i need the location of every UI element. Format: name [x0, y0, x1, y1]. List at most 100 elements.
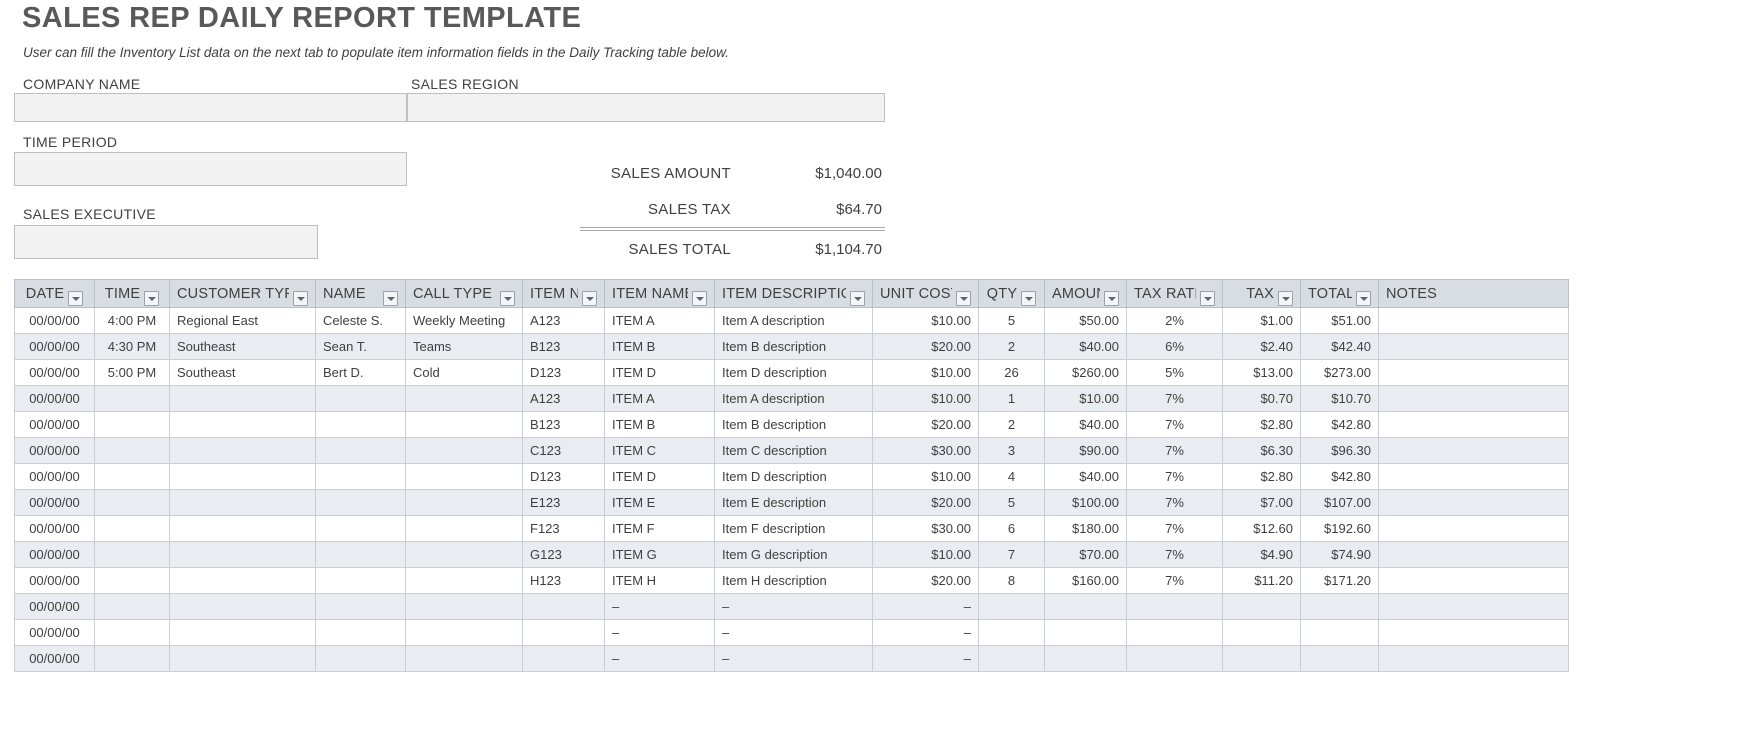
cell-date[interactable]: 00/00/00: [14, 645, 95, 672]
cell-qty[interactable]: 3: [978, 437, 1045, 464]
cell-item-description[interactable]: –: [714, 619, 873, 646]
cell-item-description[interactable]: Item H description: [714, 567, 873, 594]
cell-item-description[interactable]: Item F description: [714, 515, 873, 542]
cell-qty[interactable]: 6: [978, 515, 1045, 542]
cell-item-name[interactable]: ITEM B: [604, 411, 715, 438]
filter-dropdown-icon[interactable]: [582, 290, 597, 306]
cell-qty[interactable]: 8: [978, 567, 1045, 594]
cell-total[interactable]: $192.60: [1300, 515, 1379, 542]
cell-date[interactable]: 00/00/00: [14, 463, 95, 490]
column-header-notes[interactable]: NOTES: [1378, 279, 1569, 308]
column-header-tax[interactable]: TAX: [1222, 279, 1301, 308]
cell-qty[interactable]: [978, 593, 1045, 620]
cell-unit-cost[interactable]: $10.00: [872, 385, 979, 412]
cell-unit-cost[interactable]: –: [872, 619, 979, 646]
cell-date[interactable]: 00/00/00: [14, 541, 95, 568]
cell-customer-type[interactable]: Regional East: [169, 307, 316, 334]
cell-amount[interactable]: $40.00: [1044, 411, 1127, 438]
cell-date[interactable]: 00/00/00: [14, 593, 95, 620]
table-row[interactable]: 00/00/00 B123 ITEM B Item B description $20.…: [14, 411, 1569, 438]
filter-dropdown-icon[interactable]: [692, 290, 707, 306]
cell-call-type[interactable]: [405, 489, 523, 516]
cell-amount[interactable]: $70.00: [1044, 541, 1127, 568]
cell-date[interactable]: 00/00/00: [14, 619, 95, 646]
cell-call-type[interactable]: [405, 385, 523, 412]
cell-item-description[interactable]: Item E description: [714, 489, 873, 516]
cell-unit-cost[interactable]: $10.00: [872, 307, 979, 334]
sales-region-input[interactable]: [407, 93, 885, 122]
cell-unit-cost[interactable]: $30.00: [872, 437, 979, 464]
cell-tax[interactable]: $2.80: [1222, 463, 1301, 490]
cell-total[interactable]: $42.80: [1300, 411, 1379, 438]
cell-qty[interactable]: 1: [978, 385, 1045, 412]
filter-dropdown-icon[interactable]: [383, 290, 398, 306]
table-row[interactable]: 00/00/00 4:30 PM Southeast Sean T. Teams B123…: [14, 333, 1569, 360]
cell-tax-rate[interactable]: [1126, 619, 1223, 646]
cell-name[interactable]: [315, 489, 406, 516]
sales-executive-input[interactable]: [14, 225, 318, 259]
cell-item-no[interactable]: B123: [522, 333, 605, 360]
cell-item-name[interactable]: –: [604, 593, 715, 620]
cell-name[interactable]: [315, 385, 406, 412]
cell-notes[interactable]: [1378, 411, 1569, 438]
cell-call-type[interactable]: [405, 567, 523, 594]
table-row[interactable]: 00/00/00 G123 ITEM G Item G description $10.…: [14, 541, 1569, 568]
filter-dropdown-icon[interactable]: [956, 290, 971, 306]
cell-tax-rate[interactable]: 7%: [1126, 541, 1223, 568]
cell-unit-cost[interactable]: $20.00: [872, 489, 979, 516]
column-header-tax-rate[interactable]: TAX RATE: [1126, 279, 1223, 308]
cell-item-name[interactable]: ITEM D: [604, 463, 715, 490]
cell-qty[interactable]: 5: [978, 307, 1045, 334]
cell-date[interactable]: 00/00/00: [14, 515, 95, 542]
cell-item-no[interactable]: F123: [522, 515, 605, 542]
cell-item-name[interactable]: ITEM A: [604, 307, 715, 334]
cell-notes[interactable]: [1378, 489, 1569, 516]
cell-item-name[interactable]: ITEM B: [604, 333, 715, 360]
cell-item-description[interactable]: Item C description: [714, 437, 873, 464]
cell-notes[interactable]: [1378, 567, 1569, 594]
table-row[interactable]: 00/00/00– – –: [14, 619, 1569, 646]
cell-call-type[interactable]: [405, 437, 523, 464]
cell-notes[interactable]: [1378, 385, 1569, 412]
cell-tax[interactable]: $2.80: [1222, 411, 1301, 438]
cell-date[interactable]: 00/00/00: [14, 385, 95, 412]
cell-qty[interactable]: 2: [978, 333, 1045, 360]
filter-dropdown-icon[interactable]: [1021, 290, 1037, 306]
cell-notes[interactable]: [1378, 307, 1569, 334]
cell-qty[interactable]: 2: [978, 411, 1045, 438]
filter-dropdown-icon[interactable]: [500, 290, 515, 306]
cell-item-description[interactable]: Item B description: [714, 411, 873, 438]
cell-item-description[interactable]: Item G description: [714, 541, 873, 568]
cell-unit-cost[interactable]: –: [872, 645, 979, 672]
table-row[interactable]: 00/00/00 H123 ITEM H Item H description $20.…: [14, 567, 1569, 594]
table-row[interactable]: 00/00/00 A123 ITEM A Item A description $10.…: [14, 385, 1569, 412]
cell-customer-type[interactable]: [169, 645, 316, 672]
cell-unit-cost[interactable]: $20.00: [872, 411, 979, 438]
cell-item-no[interactable]: [522, 593, 605, 620]
cell-tax[interactable]: $0.70: [1222, 385, 1301, 412]
cell-item-no[interactable]: C123: [522, 437, 605, 464]
cell-name[interactable]: [315, 593, 406, 620]
cell-customer-type[interactable]: [169, 463, 316, 490]
cell-amount[interactable]: [1044, 619, 1127, 646]
cell-time[interactable]: 4:00 PM: [94, 307, 170, 334]
cell-customer-type[interactable]: [169, 567, 316, 594]
cell-notes[interactable]: [1378, 359, 1569, 386]
column-header-item-name[interactable]: ITEM NAME: [604, 279, 715, 308]
filter-dropdown-icon[interactable]: [1278, 290, 1293, 306]
cell-customer-type[interactable]: [169, 541, 316, 568]
cell-unit-cost[interactable]: –: [872, 593, 979, 620]
cell-call-type[interactable]: Weekly Meeting: [405, 307, 523, 334]
cell-qty[interactable]: 4: [978, 463, 1045, 490]
cell-time[interactable]: 4:30 PM: [94, 333, 170, 360]
cell-customer-type[interactable]: [169, 437, 316, 464]
column-header-total[interactable]: TOTAL: [1300, 279, 1379, 308]
cell-total[interactable]: $96.30: [1300, 437, 1379, 464]
cell-total[interactable]: $171.20: [1300, 567, 1379, 594]
column-header-customer-type[interactable]: CUSTOMER TYPE: [169, 279, 316, 308]
cell-time[interactable]: [94, 567, 170, 594]
cell-item-name[interactable]: –: [604, 619, 715, 646]
cell-customer-type[interactable]: [169, 489, 316, 516]
cell-time[interactable]: [94, 385, 170, 412]
cell-item-no[interactable]: D123: [522, 359, 605, 386]
